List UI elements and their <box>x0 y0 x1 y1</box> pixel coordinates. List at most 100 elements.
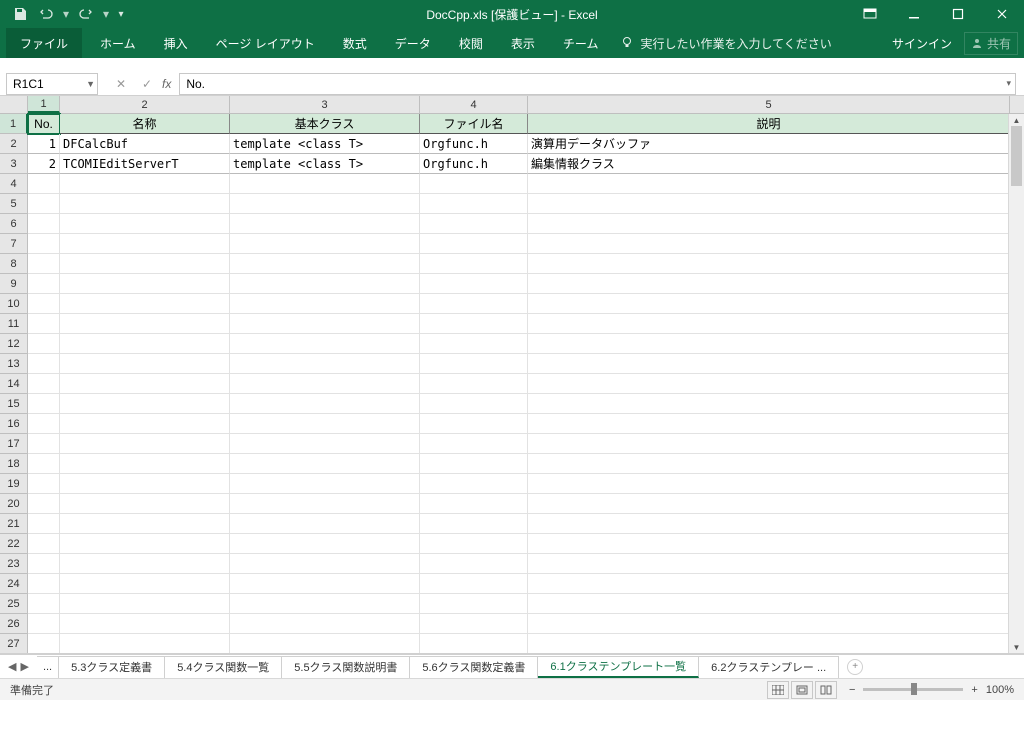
signin-link[interactable]: サインイン <box>892 35 952 52</box>
row-header[interactable]: 10 <box>0 294 28 314</box>
cell[interactable] <box>230 274 420 294</box>
cell[interactable] <box>60 254 230 274</box>
cell[interactable] <box>420 254 528 274</box>
share-button[interactable]: 共有 <box>964 32 1018 55</box>
cell[interactable] <box>528 454 1010 474</box>
sheet-tab[interactable]: 6.1クラステンプレート一覧 <box>538 656 699 678</box>
row-header[interactable]: 26 <box>0 614 28 634</box>
cell[interactable] <box>60 294 230 314</box>
cell[interactable] <box>28 534 60 554</box>
cell[interactable] <box>528 534 1010 554</box>
zoom-in-button[interactable]: + <box>971 684 977 696</box>
cell[interactable]: 名称 <box>60 114 230 134</box>
cell[interactable] <box>60 354 230 374</box>
row-header[interactable]: 15 <box>0 394 28 414</box>
cell[interactable] <box>60 494 230 514</box>
cell[interactable]: ファイル名 <box>420 114 528 134</box>
cell[interactable] <box>60 534 230 554</box>
cell[interactable] <box>528 394 1010 414</box>
cell[interactable] <box>230 354 420 374</box>
cell[interactable] <box>28 174 60 194</box>
cells-area[interactable]: No.名称基本クラスファイル名説明1DFCalcBuftemplate <cla… <box>28 114 1024 654</box>
cell[interactable] <box>420 394 528 414</box>
cell[interactable] <box>528 594 1010 614</box>
cell[interactable] <box>420 574 528 594</box>
cell[interactable] <box>420 274 528 294</box>
cell[interactable] <box>28 314 60 334</box>
row-header[interactable]: 11 <box>0 314 28 334</box>
column-header[interactable]: 3 <box>230 96 420 113</box>
sheet-tab[interactable]: 5.4クラス関数一覧 <box>165 656 282 678</box>
vertical-scrollbar[interactable]: ▲ ▼ <box>1008 114 1024 653</box>
view-page-layout-icon[interactable] <box>791 681 813 699</box>
tab-file[interactable]: ファイル <box>6 28 82 58</box>
cell[interactable] <box>230 534 420 554</box>
cell[interactable] <box>60 234 230 254</box>
cell[interactable] <box>420 314 528 334</box>
qat-customize-icon[interactable]: ▾ <box>114 2 128 26</box>
cell[interactable] <box>420 454 528 474</box>
row-header[interactable]: 19 <box>0 474 28 494</box>
row-header[interactable]: 24 <box>0 574 28 594</box>
cell[interactable] <box>420 634 528 654</box>
row-header[interactable]: 20 <box>0 494 28 514</box>
cell[interactable] <box>60 474 230 494</box>
cell[interactable] <box>230 434 420 454</box>
cell[interactable] <box>230 474 420 494</box>
chevron-down-icon[interactable]: ▾ <box>60 7 72 21</box>
cell[interactable] <box>60 174 230 194</box>
sheet-nav-prev-icon[interactable]: ◀ <box>8 660 16 673</box>
cell[interactable] <box>528 334 1010 354</box>
cell[interactable] <box>28 514 60 534</box>
cell[interactable] <box>230 334 420 354</box>
cell[interactable] <box>28 294 60 314</box>
tab-insert[interactable]: 挿入 <box>150 28 202 58</box>
chevron-down-icon[interactable]: ▼ <box>86 79 95 89</box>
cell[interactable] <box>28 614 60 634</box>
cell[interactable] <box>420 494 528 514</box>
cell[interactable] <box>528 314 1010 334</box>
cell[interactable] <box>60 554 230 574</box>
cell[interactable] <box>528 194 1010 214</box>
cell[interactable] <box>528 294 1010 314</box>
row-header[interactable]: 8 <box>0 254 28 274</box>
row-header[interactable]: 1 <box>0 114 28 134</box>
cell[interactable] <box>528 254 1010 274</box>
cell[interactable] <box>528 414 1010 434</box>
cell[interactable] <box>230 194 420 214</box>
cell[interactable] <box>230 614 420 634</box>
cell[interactable] <box>60 634 230 654</box>
tab-formulas[interactable]: 数式 <box>329 28 381 58</box>
row-header[interactable]: 16 <box>0 414 28 434</box>
cell[interactable] <box>230 594 420 614</box>
cell[interactable] <box>28 634 60 654</box>
cell[interactable] <box>528 474 1010 494</box>
cell[interactable] <box>528 434 1010 454</box>
cell[interactable] <box>420 354 528 374</box>
cell[interactable]: 説明 <box>528 114 1010 134</box>
cell[interactable] <box>528 234 1010 254</box>
scroll-up-icon[interactable]: ▲ <box>1009 114 1024 126</box>
cell[interactable]: 演算用データバッファ <box>528 134 1010 154</box>
tab-home[interactable]: ホーム <box>86 28 150 58</box>
cell[interactable] <box>28 554 60 574</box>
name-box[interactable]: R1C1 ▼ <box>6 73 98 95</box>
fx-icon[interactable]: fx <box>162 77 171 91</box>
tell-me-search[interactable]: 実行したい作業を入力してください <box>620 35 831 52</box>
cell[interactable]: 2 <box>28 154 60 174</box>
tab-data[interactable]: データ <box>381 28 445 58</box>
cell[interactable] <box>528 374 1010 394</box>
column-header[interactable]: 4 <box>420 96 528 113</box>
cell[interactable] <box>528 614 1010 634</box>
cell[interactable] <box>420 234 528 254</box>
cell[interactable] <box>420 614 528 634</box>
cell[interactable] <box>28 254 60 274</box>
cell[interactable] <box>60 414 230 434</box>
close-button[interactable] <box>980 0 1024 28</box>
view-normal-icon[interactable] <box>767 681 789 699</box>
cell[interactable] <box>420 514 528 534</box>
cell[interactable] <box>420 374 528 394</box>
row-header[interactable]: 2 <box>0 134 28 154</box>
cell[interactable]: 編集情報クラス <box>528 154 1010 174</box>
tab-page-layout[interactable]: ページ レイアウト <box>202 28 329 58</box>
